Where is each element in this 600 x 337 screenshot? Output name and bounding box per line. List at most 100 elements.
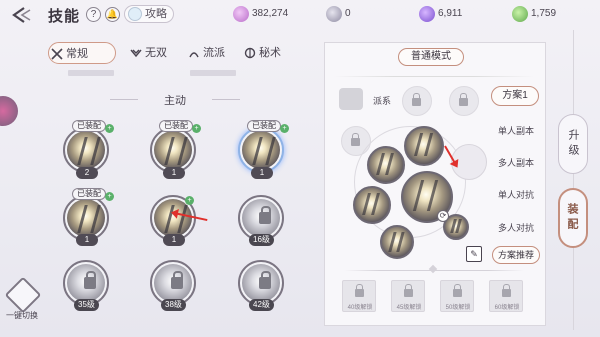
- plan-option[interactable]: 单人对抗: [491, 188, 541, 201]
- secret-art-icon: [244, 47, 256, 59]
- currency-value: 6,911: [438, 8, 463, 19]
- unlock-requirement: 45级解锁: [396, 305, 422, 311]
- passive-slot-locked[interactable]: 45级解锁: [391, 280, 425, 312]
- unlock-level: 35级: [74, 299, 99, 311]
- lock-icon: [453, 284, 462, 297]
- unlock-requirement: 60级解锁: [494, 305, 520, 311]
- guide-label: 攻略: [145, 8, 167, 20]
- skill-level: 1: [76, 234, 98, 246]
- purple-gem-icon: [419, 6, 435, 22]
- tab-label: 秘术: [259, 47, 281, 59]
- equipped-tag: 已装配: [72, 120, 106, 132]
- crossed-swords-icon: [51, 48, 63, 60]
- side-tab-upgrade[interactable]: 升级: [558, 114, 588, 174]
- currency-value: 1,759: [531, 8, 557, 19]
- section-title: 主动: [110, 92, 240, 108]
- lock-icon: [171, 271, 183, 289]
- unlock-level: 16级: [249, 234, 274, 246]
- upgrade-plus-icon: +: [280, 124, 289, 133]
- unlock-level: 42级: [249, 299, 274, 311]
- plan-option[interactable]: 多人副本: [491, 156, 541, 169]
- skill-level: 1: [163, 167, 185, 179]
- equipped-skill[interactable]: [404, 126, 444, 166]
- flow-icon: [189, 52, 199, 58]
- currency-silver-coin[interactable]: 0: [326, 6, 351, 22]
- bell-icon[interactable]: 🔔: [105, 7, 120, 22]
- currency-purple-gem[interactable]: 6,911: [419, 6, 462, 22]
- skill-level: 2: [76, 167, 98, 179]
- unlock-level: 38级: [161, 299, 186, 311]
- skill-category-tabs: 常规 无双 流派 秘术: [46, 42, 296, 64]
- passive-slot-locked[interactable]: 50级解锁: [440, 280, 474, 312]
- edit-icon[interactable]: ✎: [466, 246, 482, 262]
- school-slot-locked[interactable]: [449, 86, 479, 116]
- skill-art: [154, 264, 192, 302]
- skill-level: 1: [251, 167, 273, 179]
- upgrade-plus-icon: +: [185, 196, 194, 205]
- tab-label: 流派: [203, 47, 225, 59]
- plan-option[interactable]: 单人副本: [491, 124, 541, 137]
- equipped-skill[interactable]: [367, 146, 405, 184]
- lock-icon: [459, 93, 468, 106]
- recommend-plan-button[interactable]: 方案推荐: [492, 246, 540, 264]
- skill-art: [67, 199, 105, 237]
- tab-label: 无双: [145, 47, 167, 59]
- lock-icon: [412, 93, 421, 106]
- skill-art: [242, 131, 280, 169]
- tab-school[interactable]: 流派: [186, 42, 225, 64]
- lock-icon: [355, 284, 364, 297]
- equipped-skill[interactable]: [353, 186, 391, 224]
- swap-icon[interactable]: ⟳: [437, 210, 449, 222]
- skill-art: [242, 199, 280, 237]
- school-lock-icon: [339, 88, 363, 110]
- equipped-skill[interactable]: [380, 225, 414, 259]
- currency-value: 382,274: [252, 8, 289, 19]
- plan-1-button[interactable]: 方案1: [491, 86, 539, 106]
- back-arrow-icon[interactable]: [10, 6, 34, 24]
- guide-button[interactable]: 攻略: [124, 5, 174, 23]
- tab-regular[interactable]: 常规: [48, 42, 116, 64]
- lock-icon: [502, 284, 511, 297]
- tab-label: 常规: [66, 48, 88, 60]
- passive-slot-locked[interactable]: 60级解锁: [489, 280, 523, 312]
- passive-slot-locked[interactable]: 40级解锁: [342, 280, 376, 312]
- mascot-icon: [128, 7, 142, 21]
- lock-icon: [351, 133, 360, 146]
- tab-musou[interactable]: 无双: [128, 42, 167, 64]
- upgrade-plus-icon: +: [105, 192, 114, 201]
- skill-art: [67, 264, 105, 302]
- quick-switch-label: 一键切换: [6, 311, 38, 320]
- school-slot-locked[interactable]: [402, 86, 432, 116]
- quick-switch-icon[interactable]: [4, 276, 42, 314]
- help-button[interactable]: ?: [86, 7, 101, 22]
- currency-pink-crystal[interactable]: 382,274: [233, 6, 288, 22]
- side-tab-equip[interactable]: 装配: [558, 188, 588, 248]
- lock-icon: [259, 271, 271, 289]
- divider: [334, 76, 534, 77]
- page-title: 技能: [48, 8, 81, 25]
- unlock-requirement: 50级解锁: [445, 305, 471, 311]
- skill-art: [154, 131, 192, 169]
- side-avatar-icon[interactable]: [0, 96, 18, 126]
- lock-icon: [84, 271, 96, 289]
- tab-secret[interactable]: 秘术: [242, 42, 281, 64]
- skill-level: 1: [163, 234, 185, 246]
- skill-art: [242, 264, 280, 302]
- lock-icon: [259, 206, 271, 224]
- skill-art: [67, 131, 105, 169]
- currency-value: 0: [345, 8, 351, 19]
- silver-coin-icon: [326, 6, 342, 22]
- mode-button[interactable]: 普通模式: [398, 48, 464, 66]
- upgrade-plus-icon: +: [192, 124, 201, 133]
- lock-icon: [404, 284, 413, 297]
- unlock-requirement: 40级解锁: [347, 305, 373, 311]
- currency-green-gem[interactable]: 1,759: [512, 6, 556, 22]
- top-bar: 技能 ? 🔔 攻略 382,274 0 6,911 1,759: [0, 0, 600, 30]
- tab-stub: [68, 70, 114, 76]
- side-rail: [573, 30, 574, 330]
- upgrade-plus-icon: +: [105, 124, 114, 133]
- green-gem-icon: [512, 6, 528, 22]
- plan-option[interactable]: 多人对抗: [491, 221, 541, 234]
- tab-stub: [190, 70, 236, 76]
- wings-icon: [130, 49, 142, 58]
